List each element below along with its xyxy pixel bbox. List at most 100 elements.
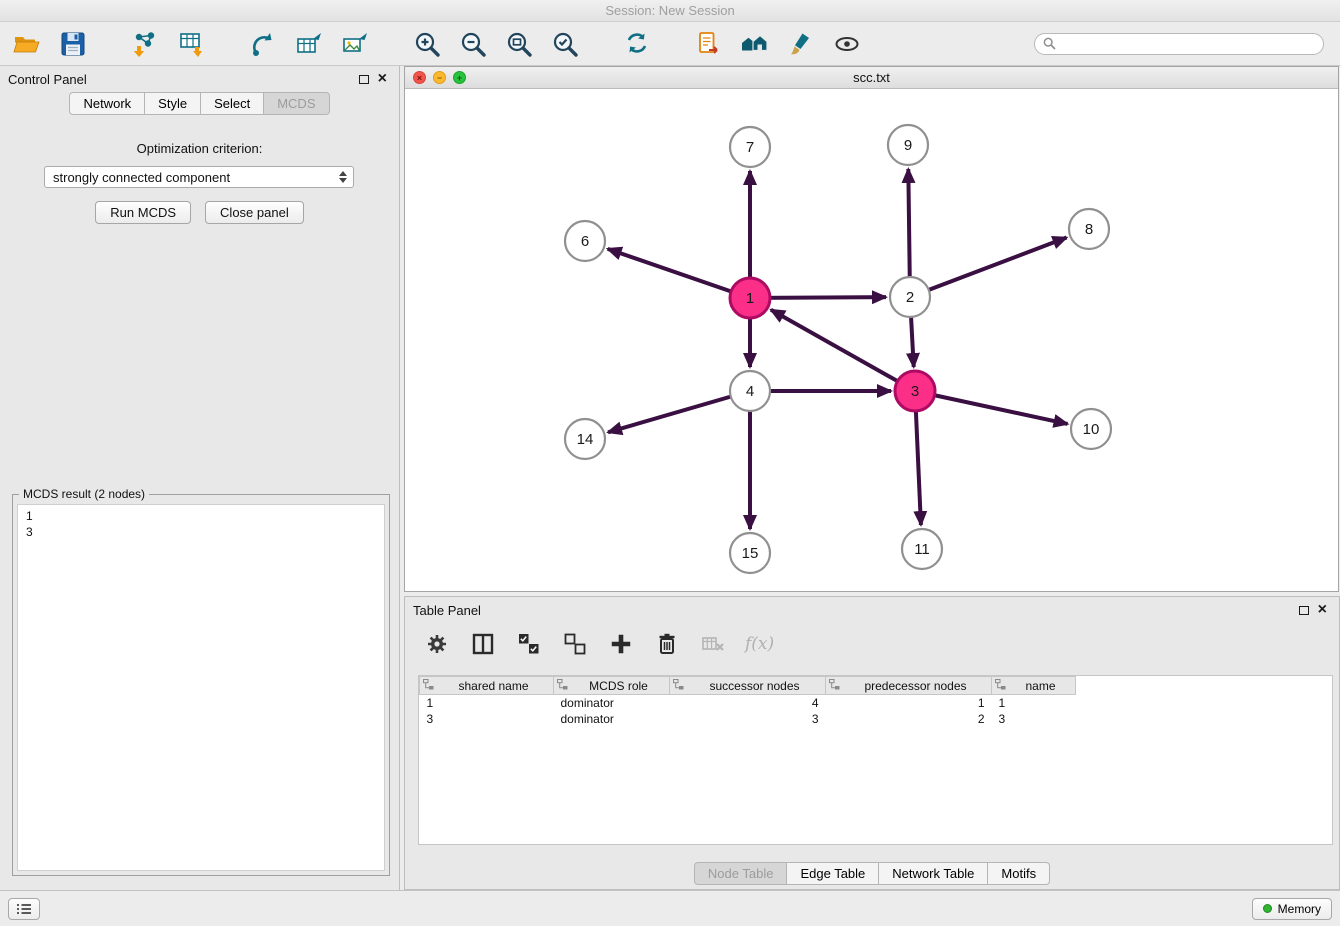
window-title: Session: New Session [0,0,1340,22]
criterion-selected-value: strongly connected component [53,170,230,185]
mcds-result-group: MCDS result (2 nodes) 1 3 [12,494,390,876]
share-document-button[interactable] [692,27,726,61]
table-cell[interactable]: 3 [420,711,554,727]
network-overview-button[interactable] [738,27,772,61]
table-row[interactable]: 3dominator323 [420,711,1076,727]
plus-icon [609,632,633,656]
table-row[interactable]: 1dominator411 [420,695,1076,711]
delete-row-button[interactable] [653,630,681,658]
graph-node-14[interactable]: 14 [565,419,605,459]
optimization-criterion-label: Optimization criterion: [0,141,399,156]
tab-edge-table[interactable]: Edge Table [787,862,879,885]
tab-node-table[interactable]: Node Table [694,862,788,885]
mcds-result-text[interactable]: 1 3 [17,504,385,871]
table-cell[interactable]: 2 [826,711,992,727]
table-cell[interactable]: dominator [554,695,670,711]
graph-node-9[interactable]: 9 [888,125,928,165]
table-cell[interactable]: 3 [992,711,1076,727]
network-canvas[interactable]: 7 9 6 8 1 2 3 4 14 10 15 11 [405,89,1338,591]
tab-select[interactable]: Select [201,92,264,115]
search-input[interactable] [1061,36,1315,52]
tab-network-table[interactable]: Network Table [879,862,988,885]
import-table-button[interactable] [174,27,208,61]
graph-edge-3-1[interactable] [771,310,915,391]
zoom-in-button[interactable] [410,27,444,61]
import-network-button[interactable] [128,27,162,61]
status-bar: Memory [0,890,1340,926]
close-panel-button[interactable]: Close panel [205,201,304,224]
search-box[interactable] [1034,33,1324,55]
toggle-details-button[interactable] [830,27,864,61]
tab-motifs[interactable]: Motifs [988,862,1050,885]
export-network-button[interactable] [246,27,280,61]
deselect-all-button[interactable] [561,630,589,658]
trash-icon [654,631,680,657]
add-row-button[interactable] [607,630,635,658]
graph-edge-1-6[interactable] [608,249,750,298]
search-icon [1043,37,1056,50]
select-all-button[interactable] [515,630,543,658]
zoom-out-button[interactable] [456,27,490,61]
graph-node-10[interactable]: 10 [1071,409,1111,449]
table-cell[interactable]: dominator [554,711,670,727]
sort-icon [995,679,1006,693]
float-table-panel-icon[interactable] [1299,606,1309,615]
close-window-icon[interactable]: × [413,71,426,84]
tab-network[interactable]: Network [69,92,145,115]
graph-node-2[interactable]: 2 [890,277,930,317]
columns-icon [470,631,496,657]
apply-style-button[interactable] [784,27,818,61]
float-panel-icon[interactable] [359,75,369,84]
show-columns-button[interactable] [469,630,497,658]
table-settings-button[interactable] [423,630,451,658]
table-cell[interactable]: 1 [420,695,554,711]
criterion-select[interactable]: strongly connected component [44,166,354,188]
graph-node-7[interactable]: 7 [730,127,770,167]
graph-node-11[interactable]: 11 [902,529,942,569]
tab-mcds[interactable]: MCDS [264,92,329,115]
zoom-fit-icon [505,30,533,58]
save-session-button[interactable] [56,27,90,61]
zoom-fit-button[interactable] [502,27,536,61]
column-header-successor-nodes[interactable]: successor nodes [670,677,826,695]
graph-node-3[interactable]: 3 [895,371,935,411]
control-panel: Control Panel × NetworkStyleSelectMCDS O… [0,66,400,890]
task-history-button[interactable] [8,898,40,920]
column-header-predecessor-nodes[interactable]: predecessor nodes [826,677,992,695]
import-network-icon [131,30,159,58]
graph-node-6[interactable]: 6 [565,221,605,261]
export-table-button[interactable] [292,27,326,61]
window-traffic-lights: × − + [413,71,466,84]
close-panel-icon[interactable]: × [378,73,387,85]
graph-edge-4-14[interactable] [608,391,750,432]
open-file-button[interactable] [10,27,44,61]
sort-icon [673,679,684,693]
graph-node-15[interactable]: 15 [730,533,770,573]
zoom-selected-button[interactable] [548,27,582,61]
column-header-name[interactable]: name [992,677,1076,695]
close-table-panel-icon[interactable]: × [1318,604,1327,616]
graph-edge-3-10[interactable] [915,391,1068,424]
graph-node-1[interactable]: 1 [730,278,770,318]
table-cell[interactable]: 4 [670,695,826,711]
table-cell[interactable]: 3 [670,711,826,727]
zoom-out-icon [459,30,487,58]
main-toolbar [0,22,1340,66]
column-header-MCDS-role[interactable]: MCDS role [554,677,670,695]
graph-node-8[interactable]: 8 [1069,209,1109,249]
maximize-window-icon[interactable]: + [453,71,466,84]
run-mcds-button[interactable]: Run MCDS [95,201,191,224]
save-icon [59,30,87,58]
memory-button[interactable]: Memory [1252,898,1332,920]
graph-node-4[interactable]: 4 [730,371,770,411]
column-header-shared-name[interactable]: shared name [420,677,554,695]
table-cell[interactable]: 1 [992,695,1076,711]
list-icon [16,903,32,915]
export-network-icon [249,30,277,58]
minimize-window-icon[interactable]: − [433,71,446,84]
export-image-button[interactable] [338,27,372,61]
table-cell[interactable]: 1 [826,695,992,711]
graph-edge-2-8[interactable] [910,238,1067,297]
refresh-layout-button[interactable] [620,27,654,61]
tab-style[interactable]: Style [145,92,201,115]
